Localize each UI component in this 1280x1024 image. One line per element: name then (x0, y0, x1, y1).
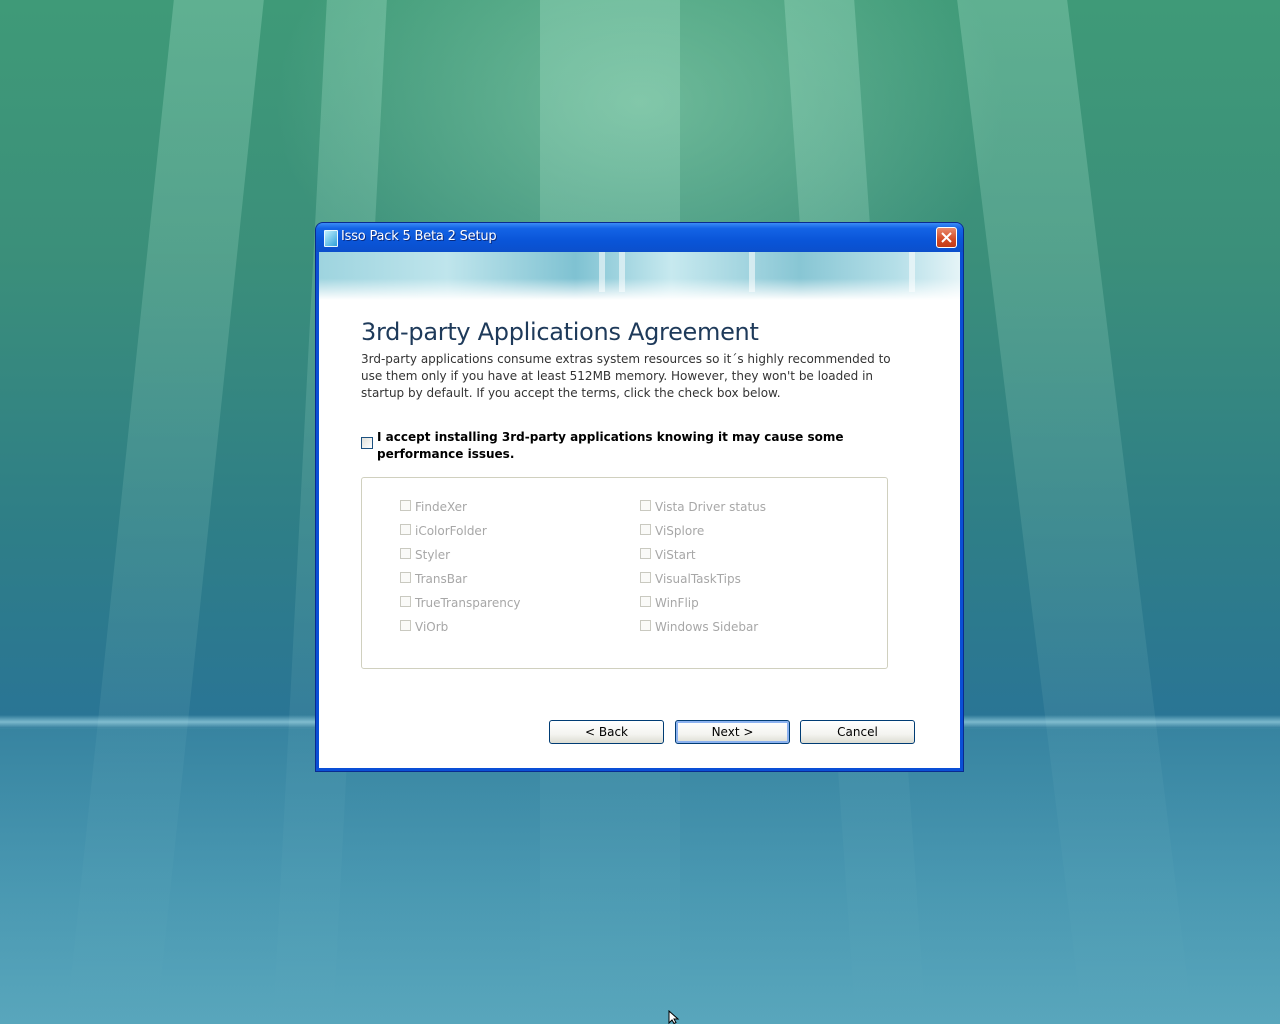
option-transbar[interactable]: TransBar (400, 572, 467, 588)
header-banner (319, 252, 960, 300)
option-label: WinFlip (655, 596, 699, 610)
dialog-body: 3rd-party Applications Agreement 3rd-par… (319, 252, 960, 768)
option-label: Windows Sidebar (655, 620, 759, 634)
option-vistart[interactable]: ViStart (640, 548, 696, 564)
cancel-button[interactable]: Cancel (800, 720, 915, 744)
option-label: iColorFolder (415, 524, 487, 538)
setup-app-icon (324, 230, 338, 247)
next-button[interactable]: Next > (675, 720, 790, 744)
option-windows-sidebar[interactable]: Windows Sidebar (640, 620, 758, 636)
option-vista-driver-status[interactable]: Vista Driver status (640, 500, 766, 516)
title-bar[interactable]: Isso Pack 5 Beta 2 Setup (316, 223, 963, 252)
option-label: ViSplore (655, 524, 705, 538)
option-checkbox[interactable] (640, 524, 651, 535)
option-styler[interactable]: Styler (400, 548, 450, 564)
option-checkbox[interactable] (400, 620, 411, 631)
option-label: TransBar (415, 572, 468, 586)
option-label: Styler (415, 548, 451, 562)
option-label: TrueTransparency (415, 596, 521, 610)
option-visplore[interactable]: ViSplore (640, 524, 704, 540)
option-findexer[interactable]: FindeXer (400, 500, 467, 516)
option-winflip[interactable]: WinFlip (640, 596, 699, 612)
option-checkbox[interactable] (400, 548, 411, 559)
option-viorb[interactable]: ViOrb (400, 620, 448, 636)
option-checkbox[interactable] (640, 620, 651, 631)
option-truetransparency[interactable]: TrueTransparency (400, 596, 521, 612)
option-icolorfolder[interactable]: iColorFolder (400, 524, 487, 540)
option-checkbox[interactable] (400, 524, 411, 535)
option-label: Vista Driver status (655, 500, 767, 514)
option-checkbox[interactable] (640, 572, 651, 583)
close-button[interactable] (936, 227, 957, 248)
back-button[interactable]: < Back (549, 720, 664, 744)
close-icon (941, 232, 952, 243)
option-label: ViStart (655, 548, 696, 562)
window-title: Isso Pack 5 Beta 2 Setup (341, 229, 497, 244)
option-label: FindeXer (415, 500, 467, 514)
applications-group: FindeXer iColorFolder Styler TransBar Tr… (361, 477, 888, 669)
option-checkbox[interactable] (400, 596, 411, 607)
page-heading: 3rd-party Applications Agreement (361, 318, 759, 346)
accept-checkbox-label[interactable]: I accept installing 3rd-party applicatio… (377, 429, 897, 463)
option-checkbox[interactable] (400, 500, 411, 511)
option-visualtasktips[interactable]: VisualTaskTips (640, 572, 741, 588)
option-checkbox[interactable] (640, 596, 651, 607)
option-label: ViOrb (415, 620, 449, 634)
setup-window: Isso Pack 5 Beta 2 Setup 3rd-party Appli… (316, 223, 963, 771)
mouse-pointer-icon (668, 1010, 680, 1024)
option-checkbox[interactable] (400, 572, 411, 583)
page-description: 3rd-party applications consume extras sy… (361, 352, 891, 400)
accept-checkbox[interactable] (361, 437, 373, 449)
option-checkbox[interactable] (640, 500, 651, 511)
option-checkbox[interactable] (640, 548, 651, 559)
option-label: VisualTaskTips (655, 572, 741, 586)
